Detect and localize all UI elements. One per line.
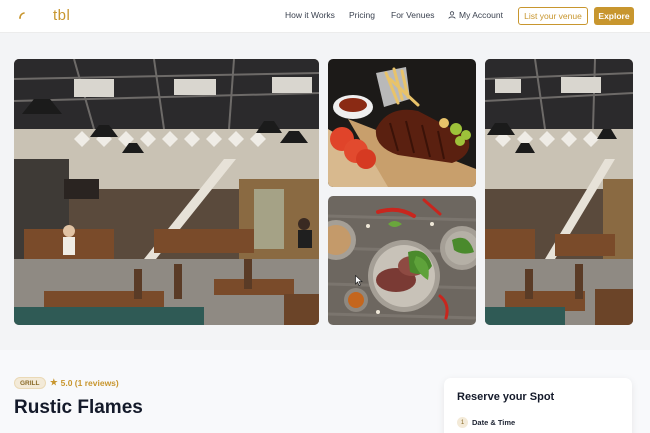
logo-mark-icon[interactable] <box>18 10 28 20</box>
nav-for-venues[interactable]: For Venues <box>391 10 434 20</box>
category-badge: GRILL <box>14 377 46 389</box>
gallery-photo-interior-2[interactable] <box>485 59 633 325</box>
explore-button[interactable]: Explore <box>594 7 634 25</box>
list-your-venue-button[interactable]: List your venue <box>518 7 588 25</box>
venue-details: GRILL ★ 5.0 (1 reviews) Rustic Flames Re… <box>0 350 650 433</box>
venue-title: Rustic Flames <box>14 397 143 418</box>
user-icon <box>448 11 456 19</box>
rating-summary[interactable]: ★ 5.0 (1 reviews) <box>50 377 119 388</box>
step-date-time-label[interactable]: Date & Time <box>472 418 515 427</box>
nav-my-account[interactable]: My Account <box>448 10 503 20</box>
gallery-photo-ribs[interactable] <box>328 59 476 187</box>
step-number-badge: 1 <box>457 417 468 428</box>
top-navigation: tbl How it Works Pricing For Venues My A… <box>0 0 650 33</box>
reserve-panel: Reserve your Spot 1 Date & Time <box>444 378 632 433</box>
rating-text: 5.0 (1 reviews) <box>60 377 119 388</box>
gallery-photo-salad[interactable] <box>328 196 476 325</box>
nav-my-account-label: My Account <box>459 10 503 20</box>
gallery-photo-interior[interactable] <box>14 59 319 325</box>
star-icon: ★ <box>50 377 58 387</box>
photo-gallery <box>0 33 650 350</box>
cursor-icon <box>355 275 363 286</box>
nav-how-it-works[interactable]: How it Works <box>285 10 335 20</box>
reserve-title: Reserve your Spot <box>457 391 555 403</box>
logo-text[interactable]: tbl <box>53 7 70 24</box>
nav-pricing[interactable]: Pricing <box>349 10 375 20</box>
